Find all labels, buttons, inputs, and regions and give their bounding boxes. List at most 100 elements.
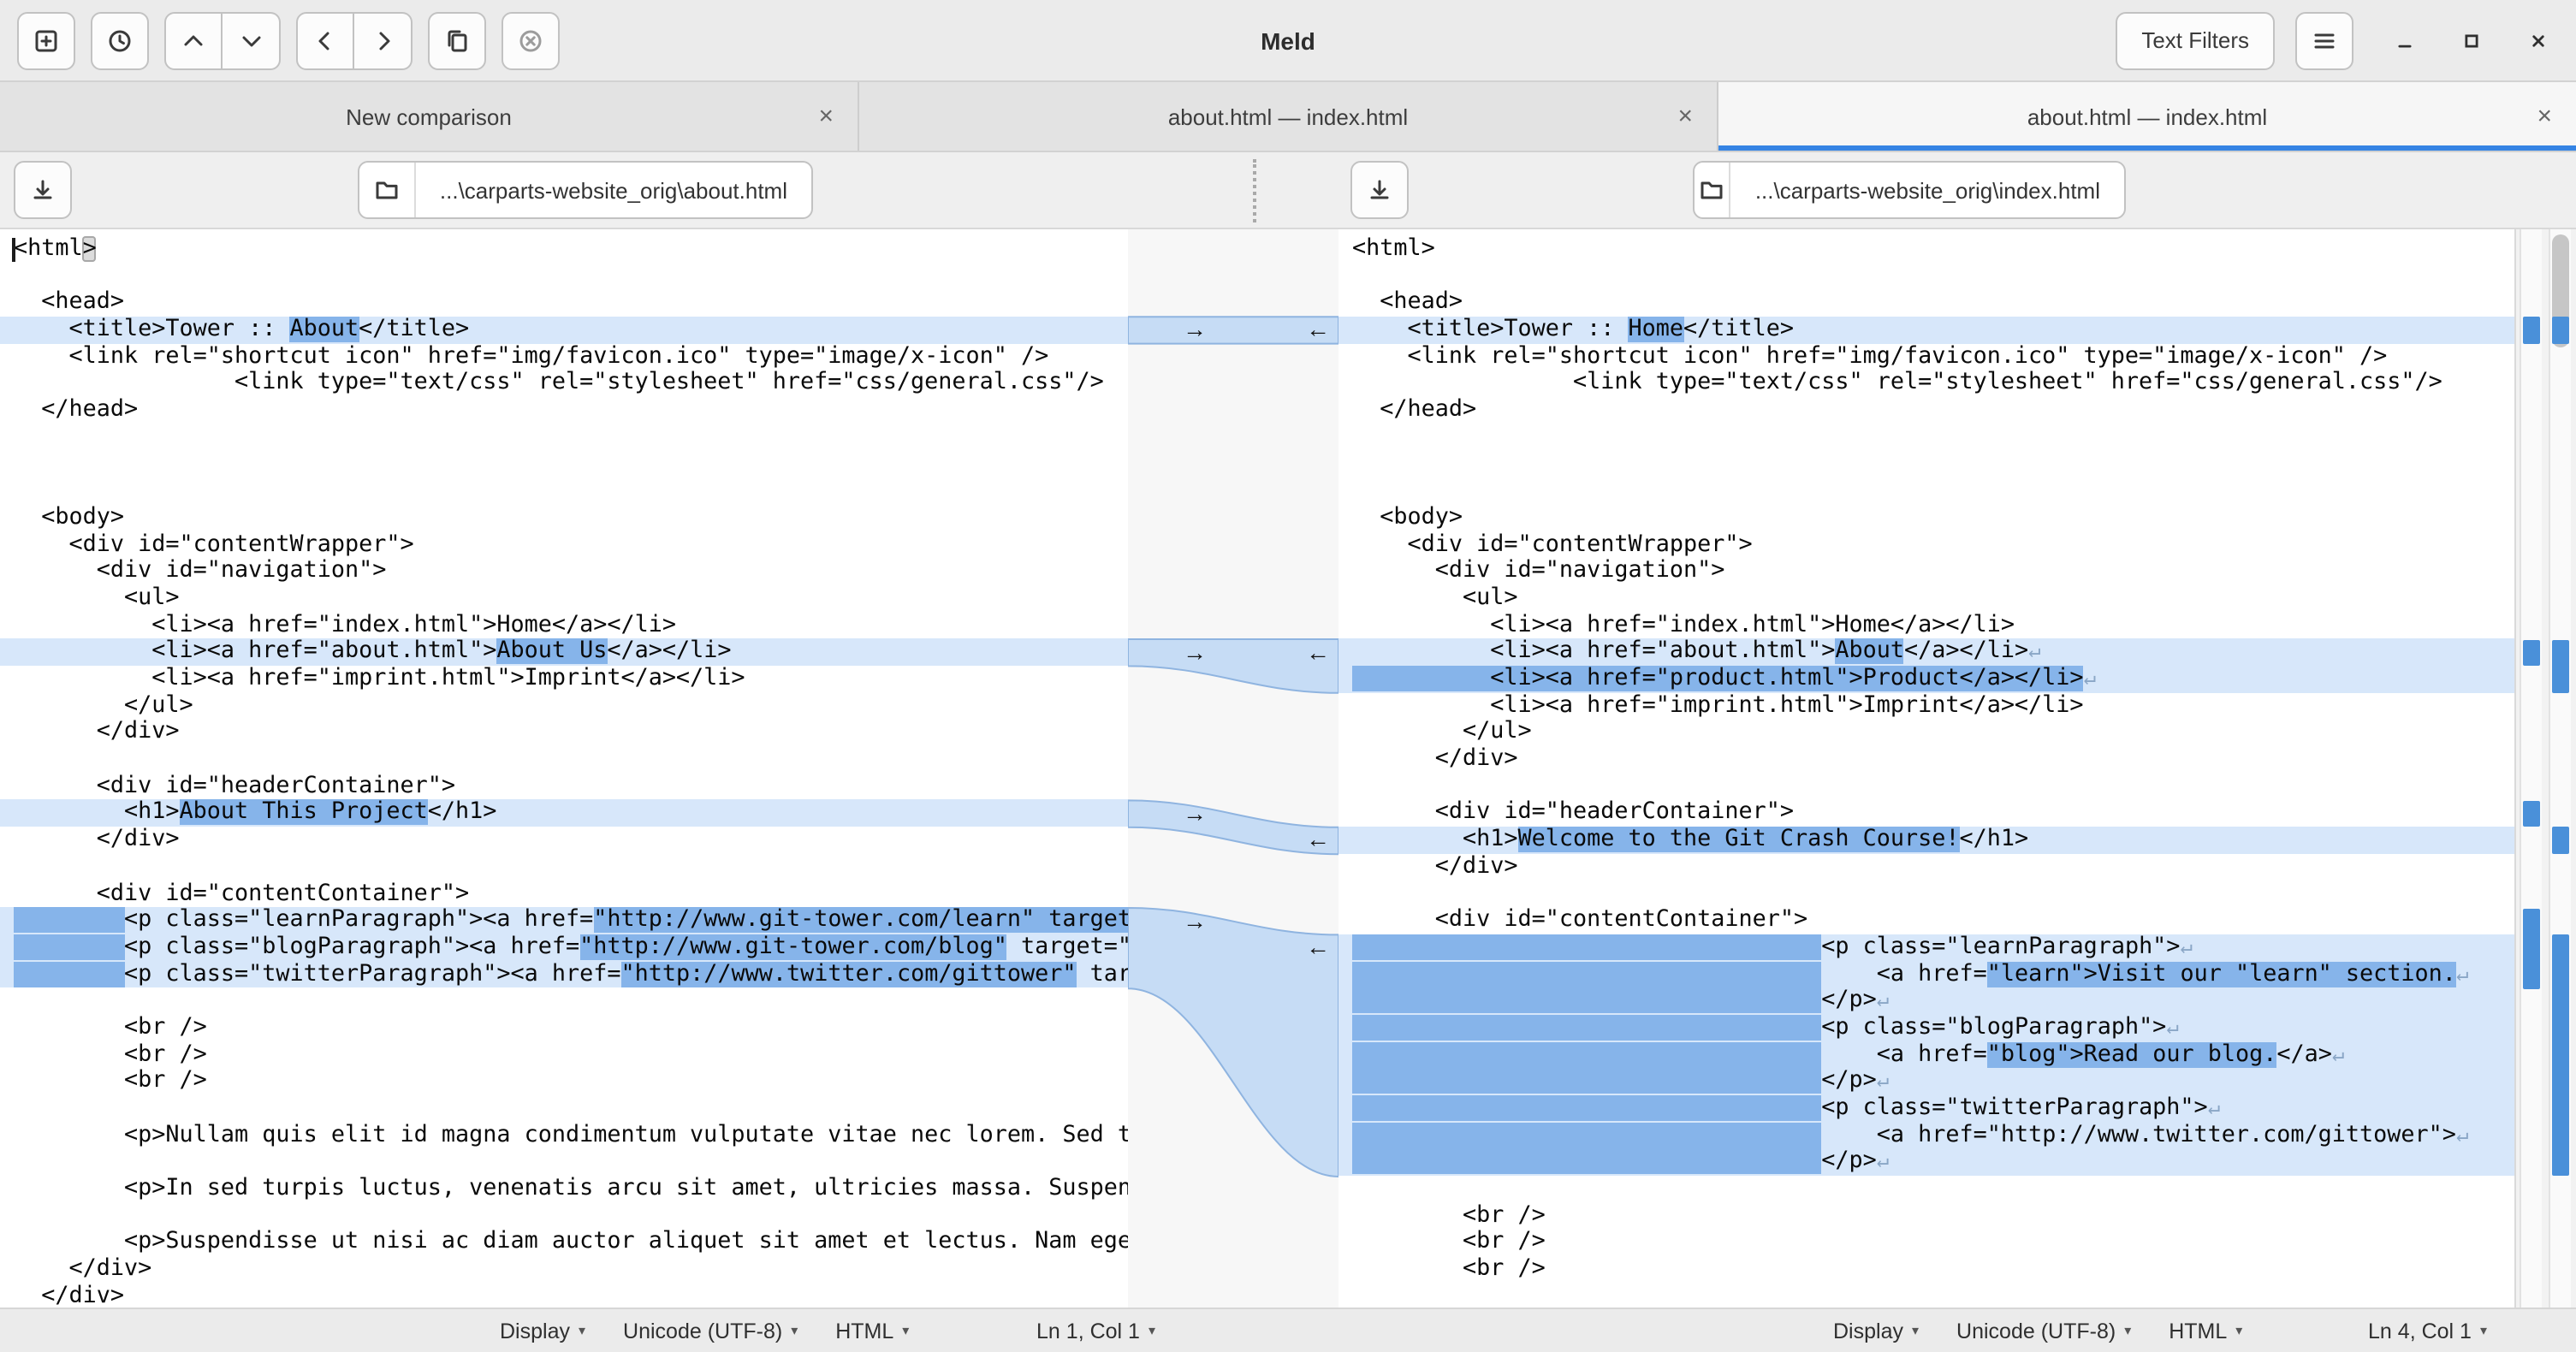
code-line[interactable]: </div> — [0, 720, 1128, 746]
code-line[interactable] — [1338, 263, 2514, 289]
code-line[interactable] — [0, 1149, 1128, 1176]
code-line[interactable]: </head> — [0, 397, 1128, 424]
code-line[interactable]: <br /> — [1338, 1230, 2514, 1256]
code-line[interactable]: <title>Tower :: About</title> — [0, 317, 1128, 343]
push-change-left-button[interactable]: ← — [1299, 317, 1337, 343]
code-line[interactable]: <li><a href="index.html">Home</a></li> — [1338, 612, 2514, 638]
code-line[interactable]: <link type="text/css" rel="stylesheet" h… — [1338, 371, 2514, 397]
code-line[interactable] — [1338, 451, 2514, 477]
display-menu-right[interactable]: Display ▾ — [1833, 1319, 1919, 1343]
code-line[interactable]: <p>Nullam quis elit id magna condimentum… — [0, 1122, 1128, 1148]
code-line[interactable]: <div id="navigation"> — [1338, 559, 2514, 585]
code-line[interactable]: <head> — [1338, 290, 2514, 317]
code-line[interactable]: <div id="contentWrapper"> — [1338, 531, 2514, 558]
push-change-right-button[interactable]: → — [1176, 317, 1214, 343]
close-button[interactable] — [2518, 20, 2559, 61]
code-line[interactable]: <link rel="shortcut icon" href="img/favi… — [1338, 344, 2514, 371]
save-right-button[interactable] — [1350, 161, 1409, 219]
code-line[interactable]: <li><a href="index.html">Home</a></li> — [0, 612, 1128, 638]
right-file-path[interactable]: ...\carparts-website_orig\index.html — [1731, 163, 2124, 217]
code-line[interactable]: <br /> — [0, 1015, 1128, 1041]
code-line[interactable] — [1338, 881, 2514, 907]
push-change-right-button[interactable]: → — [1176, 639, 1214, 666]
open-folder-left-button[interactable] — [359, 163, 416, 217]
syntax-menu-left[interactable]: HTML ▾ — [835, 1319, 909, 1343]
stop-button[interactable] — [502, 11, 560, 69]
tab-close-button[interactable]: × — [818, 104, 834, 129]
code-line[interactable]: </p>↵ — [1338, 988, 2514, 1015]
code-line[interactable]: <li><a href="about.html">About</a></li>↵ — [1338, 639, 2514, 666]
tab-3[interactable]: about.html — index.html× — [1718, 82, 2576, 151]
code-line[interactable] — [0, 263, 1128, 289]
code-line[interactable]: <a href="http://www.twitter.com/gittower… — [1338, 1122, 2514, 1148]
menu-button[interactable] — [2295, 11, 2353, 69]
right-code-pane[interactable]: <html> <head> <title>Tower :: Home</titl… — [1338, 229, 2514, 1308]
tab-close-button[interactable]: × — [2537, 104, 2552, 129]
code-line[interactable]: <div id="headerContainer"> — [0, 774, 1128, 800]
recent-comparisons-button[interactable] — [91, 11, 149, 69]
tab-2[interactable]: about.html — index.html× — [859, 82, 1718, 151]
left-file-path[interactable]: ...\carparts-website_orig\about.html — [416, 163, 811, 217]
code-line[interactable]: </div> — [1338, 746, 2514, 773]
code-line[interactable]: <a href="blog">Read our blog.</a>↵ — [1338, 1041, 2514, 1068]
cursor-position-right[interactable]: Ln 4, Col 1 ▾ — [2368, 1319, 2487, 1343]
code-line[interactable]: <title>Tower :: Home</title> — [1338, 317, 2514, 343]
code-line[interactable]: <li><a href="imprint.html">Imprint</a></… — [1338, 692, 2514, 719]
display-menu-left[interactable]: Display ▾ — [500, 1319, 585, 1343]
code-line[interactable]: <div id="navigation"> — [0, 559, 1128, 585]
code-line[interactable]: <h1>Welcome to the Git Crash Course!</h1… — [1338, 827, 2514, 853]
code-line[interactable] — [0, 988, 1128, 1015]
code-line[interactable] — [0, 854, 1128, 881]
push-change-left-button[interactable]: ← — [1299, 827, 1337, 854]
code-line[interactable]: <ul> — [0, 585, 1128, 612]
new-comparison-button[interactable] — [17, 11, 75, 69]
code-line[interactable]: </div> — [1338, 854, 2514, 881]
syntax-menu-right[interactable]: HTML ▾ — [2169, 1319, 2242, 1343]
go-back-button[interactable] — [296, 11, 354, 69]
tab-1[interactable]: New comparison× — [0, 82, 859, 151]
code-line[interactable]: <a href="learn">Visit our "learn" sectio… — [1338, 961, 2514, 987]
encoding-menu-left[interactable]: Unicode (UTF-8) ▾ — [623, 1319, 798, 1343]
right-overview-map[interactable] — [2549, 229, 2571, 1308]
left-code-pane[interactable]: <html> <head> <title>Tower :: About</tit… — [0, 229, 1128, 1308]
code-line[interactable]: <p>In sed turpis luctus, venenatis arcu … — [0, 1176, 1128, 1202]
code-line[interactable]: <br /> — [0, 1069, 1128, 1095]
code-line[interactable]: </div> — [0, 1256, 1128, 1283]
open-folder-right-button[interactable] — [1695, 163, 1731, 217]
code-line[interactable] — [0, 746, 1128, 773]
code-line[interactable]: <html> — [0, 236, 1128, 263]
push-change-right-button[interactable]: → — [1176, 800, 1214, 827]
code-line[interactable]: <p>Suspendisse ut nisi ac diam auctor al… — [0, 1230, 1128, 1256]
code-line[interactable]: <h1>About This Project</h1> — [0, 800, 1128, 827]
code-line[interactable]: <p class="twitterParagraph">↵ — [1338, 1095, 2514, 1122]
code-line[interactable] — [0, 424, 1128, 451]
code-line[interactable]: <p class="blogParagraph">↵ — [1338, 1015, 2514, 1041]
go-forward-button[interactable] — [354, 11, 413, 69]
code-line[interactable]: </div> — [0, 827, 1128, 853]
push-change-left-button[interactable]: ← — [1299, 639, 1337, 666]
code-line[interactable]: <div id="contentContainer"> — [1338, 907, 2514, 934]
minimize-button[interactable] — [2384, 20, 2425, 61]
code-line[interactable] — [1338, 477, 2514, 504]
encoding-menu-right[interactable]: Unicode (UTF-8) ▾ — [1956, 1319, 2131, 1343]
code-line[interactable]: <div id="headerContainer"> — [1338, 800, 2514, 827]
push-change-left-button[interactable]: ← — [1299, 934, 1337, 961]
code-line[interactable] — [1338, 1176, 2514, 1202]
code-line[interactable]: <div id="contentContainer"> — [0, 881, 1128, 907]
code-line[interactable] — [0, 1095, 1128, 1122]
code-line[interactable]: <li><a href="about.html">About Us</a></l… — [0, 639, 1128, 666]
code-line[interactable]: <div id="contentWrapper"> — [0, 531, 1128, 558]
cursor-position-left[interactable]: Ln 1, Col 1 ▾ — [1036, 1319, 1155, 1343]
code-line[interactable] — [0, 477, 1128, 504]
code-line[interactable]: </p>↵ — [1338, 1149, 2514, 1176]
save-left-button[interactable] — [14, 161, 72, 219]
maximize-button[interactable] — [2451, 20, 2492, 61]
code-line[interactable]: </div> — [0, 1284, 1128, 1308]
copy-button[interactable] — [428, 11, 486, 69]
code-line[interactable] — [0, 451, 1128, 477]
code-line[interactable]: <br /> — [0, 1041, 1128, 1068]
code-line[interactable] — [1338, 774, 2514, 800]
code-line[interactable]: <body> — [1338, 505, 2514, 531]
code-line[interactable]: <br /> — [1338, 1203, 2514, 1230]
previous-change-button[interactable] — [164, 11, 223, 69]
